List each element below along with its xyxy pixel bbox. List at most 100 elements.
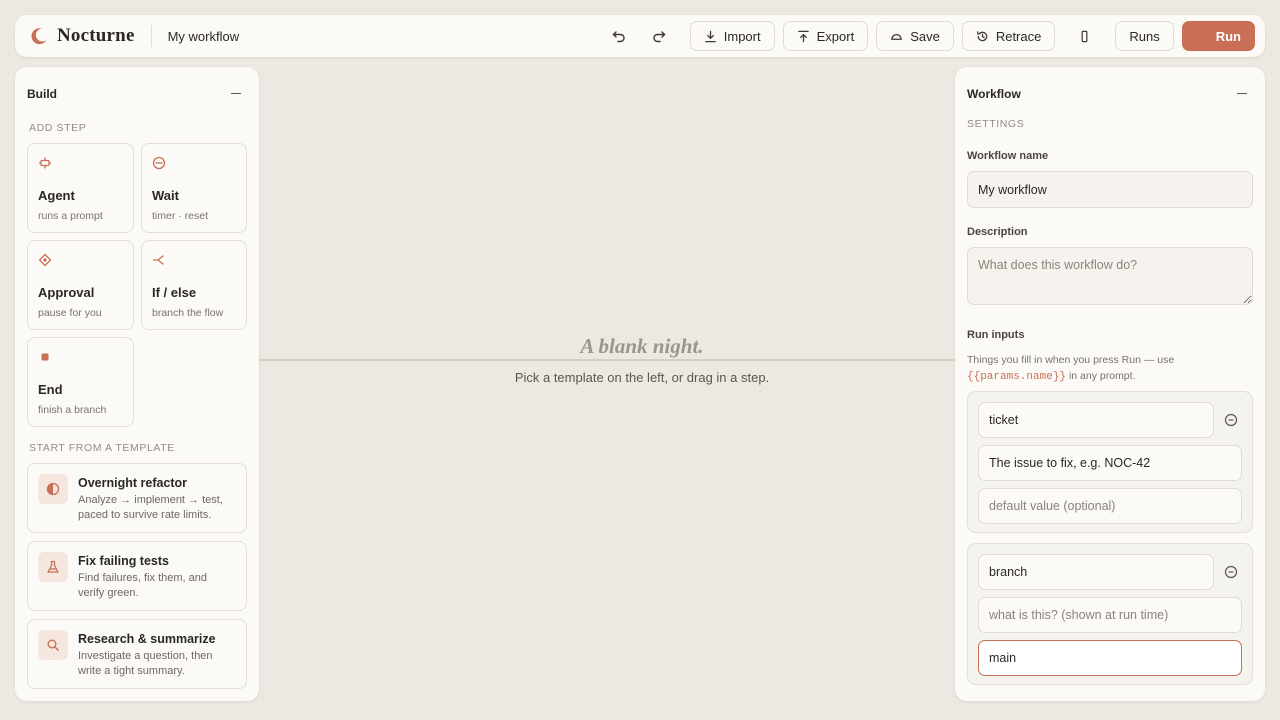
template-title: Overnight refactor: [78, 476, 188, 490]
save-button[interactable]: Save: [876, 21, 954, 51]
canvas-empty-subtitle: Pick a template on the left, or drag in …: [514, 370, 770, 385]
branch-icon: [152, 255, 164, 265]
templates-label: START FROM A TEMPLATE: [29, 442, 175, 454]
template-list: Overnight refactor Analyze → implement →…: [27, 463, 247, 697]
step-subtitle: branch the flow: [152, 307, 224, 319]
undo-button[interactable]: [602, 21, 636, 51]
build-panel-header: Build: [15, 67, 259, 105]
settings-label: SETTINGS: [967, 118, 1025, 130]
run-label: Run: [1215, 28, 1241, 44]
app-name: Nocturne: [57, 25, 135, 46]
run-inputs-help-text-end: in any prompt.: [1068, 370, 1136, 382]
remove-circle-icon[interactable]: [1224, 565, 1238, 579]
template-text: Overnight refactor Analyze → implement →…: [78, 474, 236, 522]
step-end[interactable]: End finish a branch: [27, 337, 134, 427]
add-step-label: ADD STEP: [29, 122, 87, 134]
history-icon: [976, 30, 988, 41]
template-overnight-refactor[interactable]: Overnight refactor Analyze → implement →…: [27, 463, 247, 533]
canvas-divider: [259, 359, 955, 361]
device-preview-button[interactable]: [1065, 21, 1104, 51]
template-icon-box: [38, 552, 68, 582]
collapse-workflow-button[interactable]: [1237, 93, 1247, 94]
download-icon: [704, 30, 716, 42]
template-text: Fix failing tests Find failures, fix the…: [78, 552, 236, 600]
template-text: Research & summarize Investigate a quest…: [78, 630, 236, 678]
retrace-label: Retrace: [995, 28, 1042, 44]
end-icon: [41, 353, 49, 361]
step-if-else[interactable]: If / else branch the flow: [141, 240, 247, 330]
workflow-name-label: Workflow name: [967, 150, 1049, 162]
approval-icon: [38, 253, 52, 267]
upload-icon: [797, 30, 809, 42]
phone-icon: [1081, 30, 1088, 42]
save-icon: [891, 33, 902, 40]
step-title: Agent: [38, 188, 75, 203]
workflow-panel-header: Workflow: [955, 67, 1265, 105]
template-fix-failing-tests[interactable]: Fix failing tests Find failures, fix the…: [27, 541, 247, 611]
param-card-branch: [967, 543, 1253, 685]
export-button[interactable]: Export: [782, 21, 869, 51]
param-default-input[interactable]: [978, 640, 1242, 676]
workflow-panel-title: Workflow: [967, 86, 1021, 101]
template-icon-box: [38, 474, 68, 504]
wait-icon: [152, 156, 166, 170]
template-icon-box: [38, 630, 68, 660]
redo-icon: [653, 31, 666, 43]
template-description: Analyze → implement → test, paced to sur…: [78, 494, 223, 521]
param-default-input[interactable]: [978, 488, 1242, 524]
step-title: If / else: [152, 285, 197, 300]
build-panel: Build ADD STEP Agent runs a prompt Wait …: [15, 67, 259, 701]
param-description-input[interactable]: [978, 445, 1242, 481]
description-textarea[interactable]: [967, 247, 1253, 305]
run-inputs-help: Things you fill in when you press Run — …: [967, 352, 1257, 385]
description-label: Description: [967, 226, 1028, 238]
canvas-empty-title-text: A blank night.: [570, 334, 714, 358]
workflow-panel: Workflow SETTINGS Workflow name Descript…: [955, 67, 1265, 701]
template-research-summarize[interactable]: Research & summarize Investigate a quest…: [27, 619, 247, 689]
param-card-ticket: [967, 391, 1253, 533]
top-bar: Nocturne My workflow Import Export Save …: [15, 15, 1265, 57]
app-logo: Nocturne: [29, 25, 135, 47]
agent-icon: [39, 157, 51, 169]
runs-button[interactable]: Runs: [1115, 21, 1174, 51]
collapse-build-button[interactable]: [231, 93, 241, 94]
step-agent[interactable]: Agent runs a prompt: [27, 143, 134, 233]
import-label: Import: [723, 28, 761, 44]
step-subtitle: runs a prompt: [38, 210, 103, 222]
runs-label: Runs: [1129, 28, 1160, 44]
step-wait[interactable]: Wait timer · reset: [141, 143, 247, 233]
step-subtitle: finish a branch: [38, 404, 107, 416]
half-moon-icon: [46, 482, 60, 496]
param-name-input[interactable]: [978, 402, 1214, 438]
flask-icon: [47, 560, 59, 573]
canvas-empty-title: A blank night.: [259, 334, 1025, 359]
remove-circle-icon[interactable]: [1224, 413, 1238, 427]
search-icon: [47, 639, 59, 651]
step-title: Wait: [152, 188, 179, 203]
template-description: Investigate a question, then write a tig…: [78, 650, 213, 677]
template-title: Research & summarize: [78, 632, 216, 646]
step-grid: Agent runs a prompt Wait timer · reset A…: [27, 143, 247, 427]
step-subtitle: timer · reset: [152, 210, 209, 222]
param-name-input[interactable]: [978, 554, 1214, 590]
build-panel-title: Build: [27, 86, 57, 101]
crescent-moon-icon: [31, 28, 47, 45]
step-approval[interactable]: Approval pause for you: [27, 240, 134, 330]
template-description: Find failures, fix them, and verify gree…: [78, 572, 208, 599]
run-inputs-label: Run inputs: [967, 329, 1025, 341]
run-inputs-help-text: Things you fill in when you press Run — …: [967, 354, 1175, 366]
template-title: Fix failing tests: [78, 554, 169, 568]
save-label: Save: [910, 28, 940, 44]
import-button[interactable]: Import: [689, 21, 775, 51]
step-title: End: [38, 382, 63, 397]
divider: [150, 25, 152, 47]
param-description-input[interactable]: [978, 597, 1242, 633]
step-subtitle: pause for you: [38, 307, 102, 319]
workflow-name-input[interactable]: [967, 171, 1253, 208]
run-button[interactable]: Run: [1181, 21, 1255, 51]
param-row: [978, 554, 1242, 590]
workflow-title[interactable]: My workflow: [168, 29, 240, 44]
redo-button[interactable]: [642, 21, 676, 51]
moon-icon: [1201, 31, 1206, 41]
retrace-button[interactable]: Retrace: [961, 21, 1056, 51]
